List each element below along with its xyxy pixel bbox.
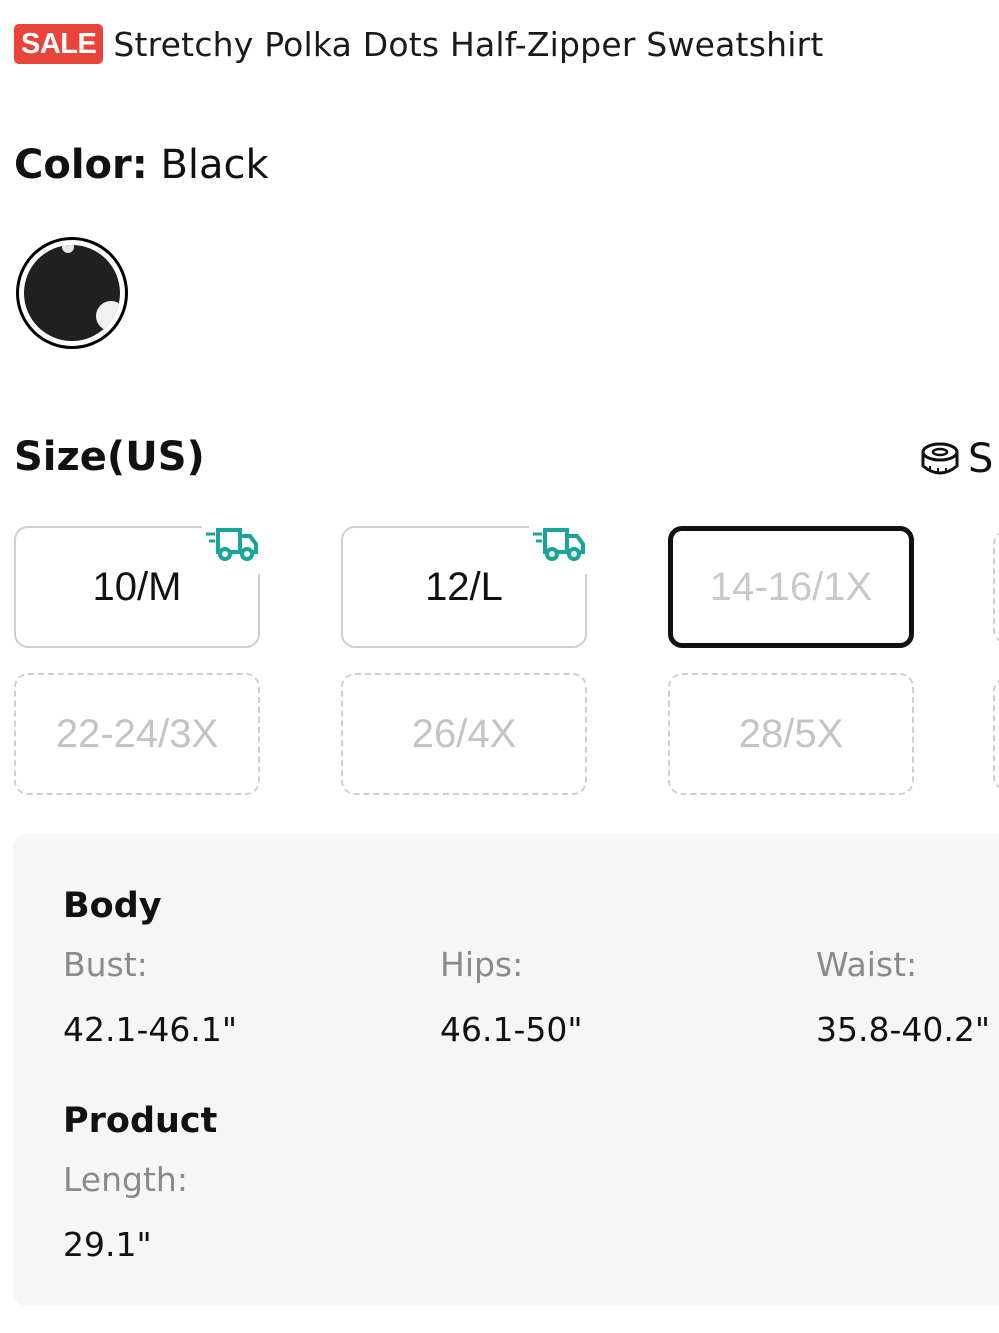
size-option-26-4x[interactable]: 26/4X [341, 673, 587, 795]
size-option-22-24-3x[interactable]: 22-24/3X [14, 673, 260, 795]
waist-label: Waist: [816, 945, 918, 984]
size-option-12l[interactable]: 12/L [341, 520, 591, 648]
sale-badge: SALE [14, 24, 104, 64]
size-guide-link[interactable]: S [920, 436, 993, 482]
bust-label: Bust: [63, 945, 148, 984]
swatch-image [24, 245, 120, 341]
color-swatch-black[interactable] [16, 237, 128, 349]
product-title: Stretchy Polka Dots Half-Zipper Sweatshi… [113, 24, 824, 64]
waist-value: 35.8-40.2" [816, 1010, 991, 1049]
size-option-partial[interactable] [993, 677, 999, 791]
size-option-label: 10/M [92, 564, 182, 609]
tape-measure-icon [921, 442, 959, 475]
color-label: Color: [14, 142, 148, 188]
body-heading: Body [63, 886, 162, 926]
size-label: Size(US) [14, 434, 205, 480]
hips-label: Hips: [440, 945, 524, 984]
product-title-row: SALE Stretchy Polka Dots Half-Zipper Swe… [14, 24, 823, 64]
size-guide-label: S [968, 436, 994, 482]
size-option-label: 14-16/1X [709, 564, 873, 609]
product-heading: Product [63, 1101, 218, 1141]
fast-shipping-truck-icon [529, 520, 591, 574]
length-label: Length: [63, 1160, 188, 1199]
length-value: 29.1" [63, 1225, 152, 1264]
bust-value: 42.1-46.1" [63, 1010, 238, 1049]
size-option-label: 26/4X [411, 711, 517, 756]
color-value: Black [160, 142, 269, 188]
size-option-label: 22-24/3X [55, 711, 219, 756]
size-measurements-card: Body Bust: 42.1-46.1" Hips: 46.1-50" Wai… [13, 834, 999, 1306]
size-option-10m[interactable]: 10/M [14, 520, 264, 648]
size-option-28-5x[interactable]: 28/5X [668, 673, 914, 795]
size-option-label: 12/L [425, 564, 503, 609]
size-option-label: 28/5X [738, 711, 844, 756]
size-option-partial[interactable] [993, 530, 999, 644]
color-label-row: Color: Black [14, 142, 269, 188]
size-option-14-16-1x[interactable]: 14-16/1X [668, 526, 914, 648]
hips-value: 46.1-50" [440, 1010, 583, 1049]
fast-shipping-truck-icon [202, 520, 264, 574]
